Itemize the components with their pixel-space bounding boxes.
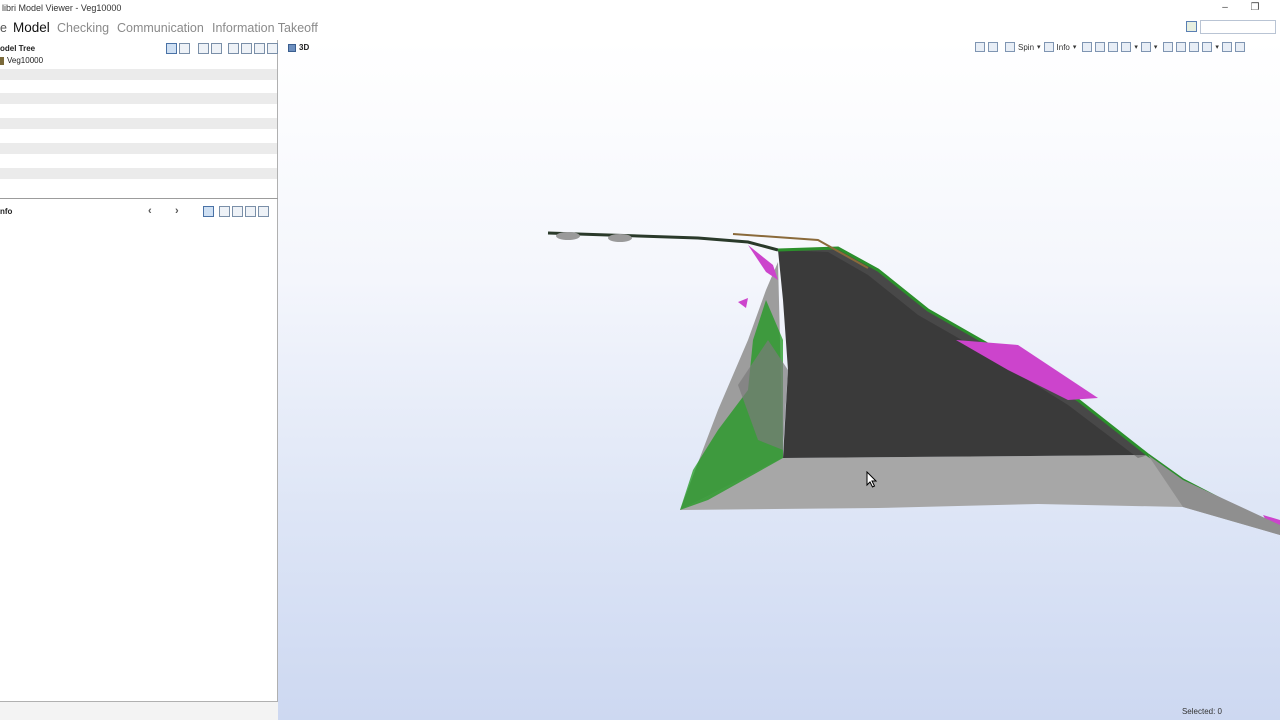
undo-icon[interactable] [975, 42, 985, 52]
tree-node-label: Veg10000 [7, 56, 44, 65]
grid-icon[interactable] [211, 43, 222, 54]
view-box-icon[interactable] [1082, 42, 1093, 52]
info-toolbar [203, 206, 269, 217]
window-title: libri Model Viewer - Veg10000 [2, 3, 122, 13]
menu-item-information-takeoff[interactable]: Information Takeoff [212, 21, 318, 35]
link-icon[interactable] [203, 206, 214, 217]
mouse-cursor-icon [866, 471, 878, 488]
road-model-3d[interactable] [278, 40, 1280, 720]
shading-icon[interactable] [1140, 42, 1151, 52]
maximize-panel-icon[interactable] [267, 43, 278, 54]
info-header: nfo ‹ › [0, 205, 278, 219]
expand-icon[interactable] [228, 43, 239, 54]
model-tree-title: odel Tree [0, 44, 36, 53]
cube-icon [288, 43, 296, 52]
model-tree-toolbar [166, 43, 278, 54]
settings-icon[interactable] [1221, 42, 1232, 52]
back-arrow-icon[interactable]: ‹ [148, 204, 152, 218]
section-icon[interactable] [1095, 42, 1106, 52]
zoom-icon[interactable] [1163, 42, 1174, 52]
maximize-panel-icon[interactable] [258, 206, 269, 217]
title-bar: libri Model Viewer - Veg10000 [0, 0, 1280, 17]
tree-row-stripe [0, 69, 277, 80]
forward-arrow-icon[interactable]: › [175, 204, 179, 218]
tree-row-stripe [0, 93, 277, 104]
menu-item-checking[interactable]: Checking [57, 21, 109, 35]
search-input[interactable] [1200, 20, 1276, 34]
chevron-down-icon[interactable]: ▾ [1215, 43, 1219, 51]
node-icon [0, 56, 4, 65]
panel-divider[interactable] [0, 198, 278, 199]
chevron-down-icon[interactable]: ▾ [1037, 43, 1041, 51]
zoom-in-icon[interactable] [1176, 42, 1187, 52]
chevron-down-icon[interactable]: ▾ [1154, 43, 1158, 51]
view-mode-label: 3D [299, 43, 310, 52]
selection-status: Selected: 0 [1181, 707, 1222, 716]
chevron-down-icon[interactable]: ▾ [1073, 43, 1077, 51]
search-icon[interactable] [1186, 21, 1197, 32]
tree-row-stripe [0, 168, 277, 179]
menu-item-file-partial[interactable]: e [0, 21, 7, 35]
tree-view-icon[interactable] [166, 43, 177, 54]
measure-icon[interactable] [1121, 42, 1132, 52]
collapse-icon[interactable] [241, 43, 252, 54]
minimize-button[interactable]: – [1210, 0, 1240, 16]
info-title: nfo [0, 207, 13, 216]
expand-icon[interactable] [219, 206, 230, 217]
info-icon[interactable] [1043, 42, 1054, 52]
menu-bar: e Model Checking Communication Informati… [0, 17, 1280, 40]
tree-node-veg10000[interactable]: Veg10000 [0, 56, 43, 65]
spin-icon[interactable] [1005, 42, 1015, 52]
layout-icon[interactable] [1234, 42, 1245, 52]
redo-icon[interactable] [988, 42, 998, 52]
sort-icon[interactable] [179, 43, 190, 54]
spin-label[interactable]: Spin [1018, 43, 1034, 52]
menu-item-communication[interactable]: Communication [117, 21, 204, 35]
tree-row-stripe [0, 143, 277, 154]
info-label[interactable]: Info [1057, 43, 1070, 52]
collapse-icon[interactable] [232, 206, 243, 217]
3d-viewport[interactable]: 3D Spin ▾ Info ▾ ▾ ▾ ▾ Selected: 0 [278, 40, 1280, 720]
model-tree-header: odel Tree [0, 42, 278, 56]
tree-row-stripe [0, 118, 277, 129]
select-icon[interactable] [1202, 42, 1213, 52]
hierarchy-icon[interactable] [198, 43, 209, 54]
zoom-out-icon[interactable] [1189, 42, 1200, 52]
list-icon[interactable] [254, 43, 265, 54]
chevron-down-icon[interactable]: ▾ [1134, 43, 1138, 51]
viewport-toolbar: Spin ▾ Info ▾ ▾ ▾ ▾ [975, 42, 1245, 52]
left-panel: odel Tree Veg10000 nfo ‹ › [0, 40, 278, 702]
restore-button[interactable]: ❐ [1240, 0, 1270, 16]
list-icon[interactable] [245, 206, 256, 217]
transparency-icon[interactable] [1108, 42, 1119, 52]
view-mode-indicator[interactable]: 3D [288, 43, 309, 52]
menu-item-model[interactable]: Model [13, 20, 50, 35]
